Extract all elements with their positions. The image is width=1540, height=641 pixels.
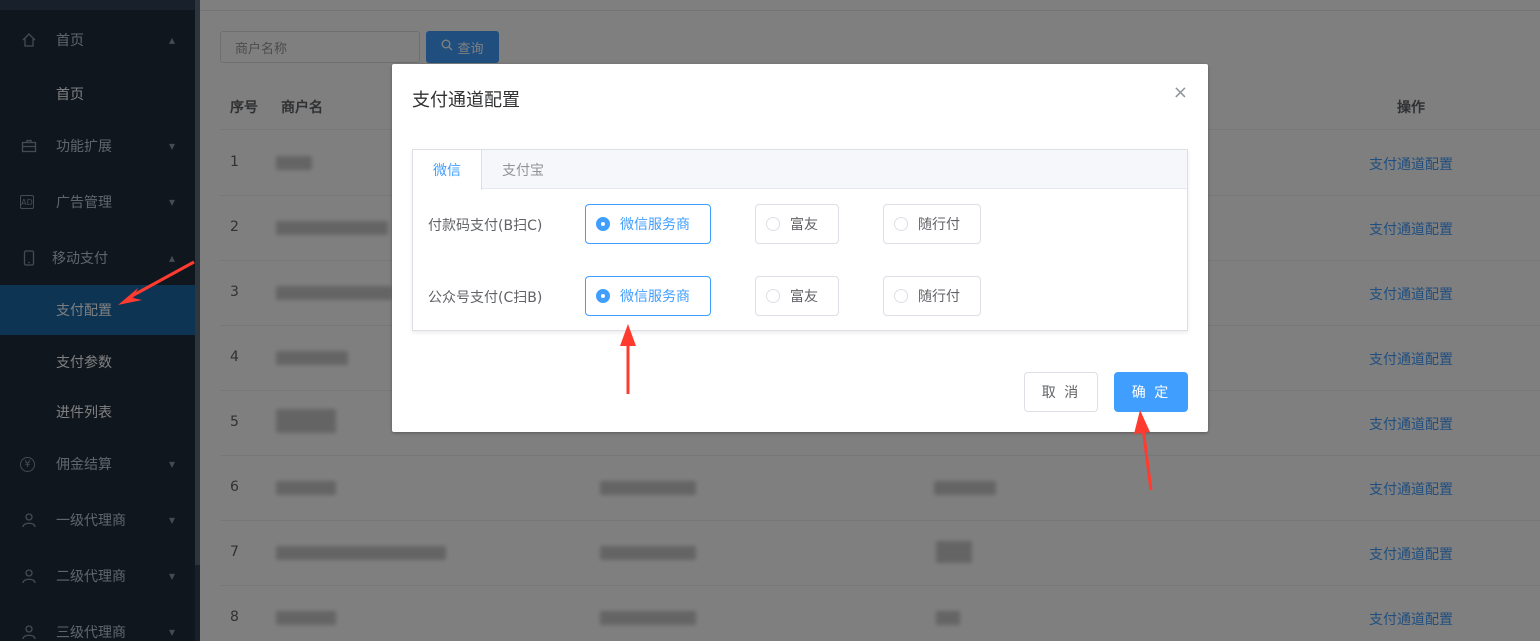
annotation-arrows xyxy=(118,260,1153,491)
arrow-to-confirm-button xyxy=(1134,410,1153,491)
arrow-to-payment-config xyxy=(118,260,195,305)
arrow-to-wechat-provider xyxy=(620,324,636,394)
